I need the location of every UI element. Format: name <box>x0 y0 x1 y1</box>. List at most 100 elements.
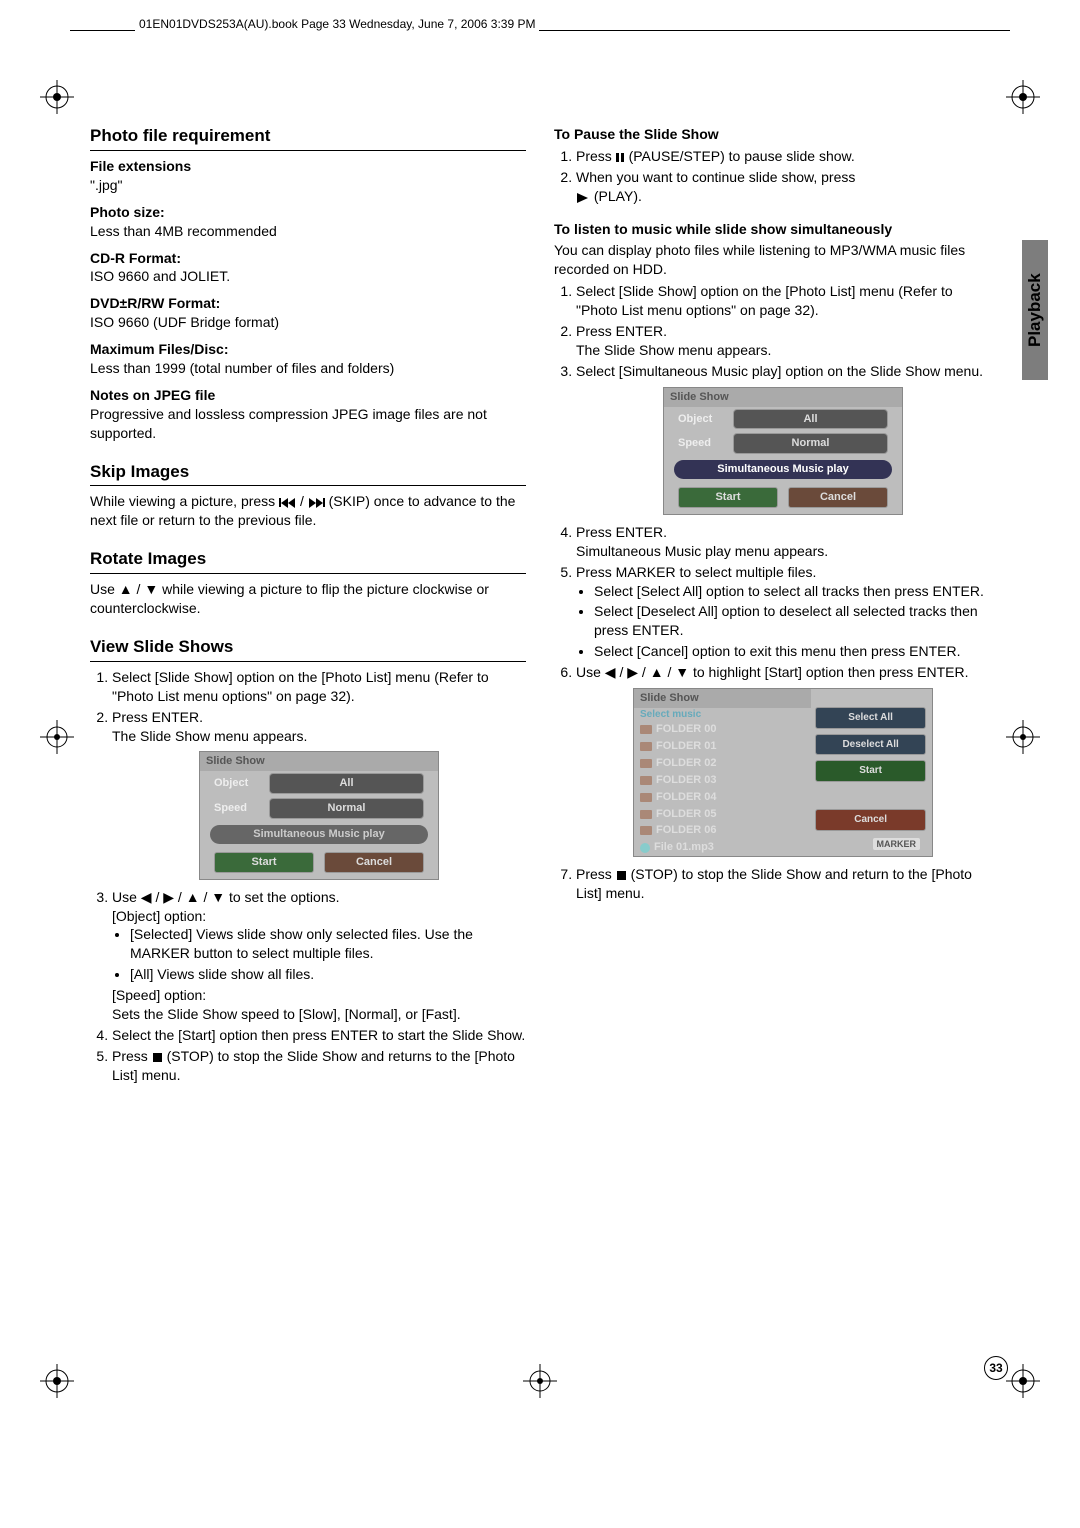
menu-title: Slide Show <box>664 388 902 407</box>
list-item: Select [Simultaneous Music play] option … <box>576 362 990 515</box>
subhead: Notes on JPEG file <box>90 386 526 405</box>
arrow-up-icon: ▲ <box>119 581 133 597</box>
folder-row: FOLDER 00 <box>634 721 811 738</box>
heading-photo-req: Photo file requirement <box>90 125 526 151</box>
music-file-icon <box>640 843 650 853</box>
arrow-down-icon: ▼ <box>211 889 225 905</box>
select-music-figure: Slide Show Select music FOLDER 00 FOLDER… <box>633 688 933 857</box>
menu-sub: Select music <box>634 708 811 722</box>
folder-icon <box>640 826 652 835</box>
list-item: When you want to continue slide show, pr… <box>576 168 990 206</box>
subhead: CD-R Format: <box>90 249 526 268</box>
list-item: Select [Slide Show] option on the [Photo… <box>112 668 526 706</box>
menu-label: Object <box>678 412 733 427</box>
menu-item-selected: Simultaneous Music play <box>674 460 892 479</box>
list-item: Press ENTER.The Slide Show menu appears. <box>576 322 990 360</box>
arrow-right-icon: ▶ <box>627 664 638 680</box>
body-text: ISO 9660 and JOLIET. <box>90 267 526 286</box>
list-item: Press (STOP) to stop the Slide Show and … <box>112 1047 526 1085</box>
body-text: Progressive and lossless compression JPE… <box>90 405 526 443</box>
folder-icon <box>640 810 652 819</box>
menu-title: Slide Show <box>200 752 438 771</box>
select-all-button: Select All <box>815 707 926 729</box>
skip-forward-icon <box>308 493 325 509</box>
stop-icon <box>616 866 627 882</box>
list-item: Press MARKER to select multiple files. S… <box>576 563 990 661</box>
right-column: To Pause the Slide Show Press (PAUSE/STE… <box>554 125 990 1087</box>
page-number: 33 <box>984 1356 1008 1380</box>
folder-row: FOLDER 06 <box>634 822 811 839</box>
list-item: [Selected] Views slide show only selecte… <box>130 925 526 963</box>
start-button: Start <box>678 487 778 508</box>
pause-icon <box>616 148 625 164</box>
folder-icon <box>640 725 652 734</box>
stop-icon <box>152 1048 163 1064</box>
subhead: Photo size: <box>90 203 526 222</box>
menu-title: Slide Show <box>634 689 811 708</box>
arrow-left-icon: ◀ <box>141 889 152 905</box>
arrow-right-icon: ▶ <box>163 889 174 905</box>
arrow-up-icon: ▲ <box>186 889 200 905</box>
folder-row: FOLDER 01 <box>634 738 811 755</box>
folder-icon <box>640 742 652 751</box>
list-item: Select the [Start] option then press ENT… <box>112 1026 526 1045</box>
play-icon <box>576 188 590 204</box>
list-item: Select [Select All] option to select all… <box>594 582 990 601</box>
slideshow-menu-figure: Slide Show ObjectAll SpeedNormal Simulta… <box>663 387 903 515</box>
body-text: ISO 9660 (UDF Bridge format) <box>90 313 526 332</box>
body-text: Use ▲ / ▼ while viewing a picture to fli… <box>90 580 526 618</box>
menu-value: Normal <box>733 433 888 454</box>
cancel-button: Cancel <box>788 487 888 508</box>
folder-row: FOLDER 03 <box>634 772 811 789</box>
subhead: Maximum Files/Disc: <box>90 340 526 359</box>
body-text: ".jpg" <box>90 176 526 195</box>
arrow-down-icon: ▼ <box>675 664 689 680</box>
list-item: Press ENTER. The Slide Show menu appears… <box>112 708 526 880</box>
skip-back-icon <box>279 493 296 509</box>
menu-label: Object <box>214 776 269 791</box>
heading-view-slide: View Slide Shows <box>90 636 526 662</box>
folder-icon <box>640 776 652 785</box>
marker-badge: MARKER <box>873 838 921 850</box>
list-item: Press (PAUSE/STEP) to pause slide show. <box>576 147 990 166</box>
subhead: DVD±R/RW Format: <box>90 294 526 313</box>
menu-value: All <box>733 409 888 430</box>
start-button: Start <box>214 852 314 873</box>
doc-header: 01EN01DVDS253A(AU).book Page 33 Wednesda… <box>135 17 539 31</box>
cancel-button: Cancel <box>324 852 424 873</box>
list-item: Use ◀ / ▶ / ▲ / ▼ to set the options. [O… <box>112 888 526 1024</box>
file-row: File 01.mp3 <box>634 839 811 856</box>
menu-label: Speed <box>678 436 733 451</box>
cancel-button: Cancel <box>815 809 926 831</box>
start-button: Start <box>815 760 926 782</box>
heading-skip: Skip Images <box>90 461 526 487</box>
subhead: File extensions <box>90 157 526 176</box>
list-item: Use ◀ / ▶ / ▲ / ▼ to highlight [Start] o… <box>576 663 990 857</box>
left-column: Photo file requirement File extensions "… <box>90 125 526 1087</box>
body-text: Less than 4MB recommended <box>90 222 526 241</box>
arrow-down-icon: ▼ <box>144 581 158 597</box>
folder-row: FOLDER 02 <box>634 755 811 772</box>
section-tab: Playback <box>1022 240 1048 380</box>
heading-rotate: Rotate Images <box>90 548 526 574</box>
subhead: To Pause the Slide Show <box>554 125 990 144</box>
list-item: Select [Cancel] option to exit this menu… <box>594 642 990 661</box>
list-item: Select [Deselect All] option to deselect… <box>594 602 990 640</box>
body-text: You can display photo files while listen… <box>554 241 990 279</box>
folder-icon <box>640 793 652 802</box>
folder-icon <box>640 759 652 768</box>
list-item: Press ENTER.Simultaneous Music play menu… <box>576 523 990 561</box>
list-item: Press (STOP) to stop the Slide Show and … <box>576 865 990 903</box>
slideshow-menu-figure: Slide Show ObjectAll SpeedNormal Simulta… <box>199 751 439 879</box>
deselect-all-button: Deselect All <box>815 734 926 756</box>
list-item: [All] Views slide show all files. <box>130 965 526 984</box>
arrow-left-icon: ◀ <box>605 664 616 680</box>
menu-value: All <box>269 773 424 794</box>
folder-row: FOLDER 05 <box>634 806 811 823</box>
arrow-up-icon: ▲ <box>650 664 664 680</box>
body-text: Less than 1999 (total number of files an… <box>90 359 526 378</box>
body-text: While viewing a picture, press / (SKIP) … <box>90 492 526 530</box>
list-item: Select [Slide Show] option on the [Photo… <box>576 282 990 320</box>
folder-row: FOLDER 04 <box>634 789 811 806</box>
menu-label: Speed <box>214 801 269 816</box>
